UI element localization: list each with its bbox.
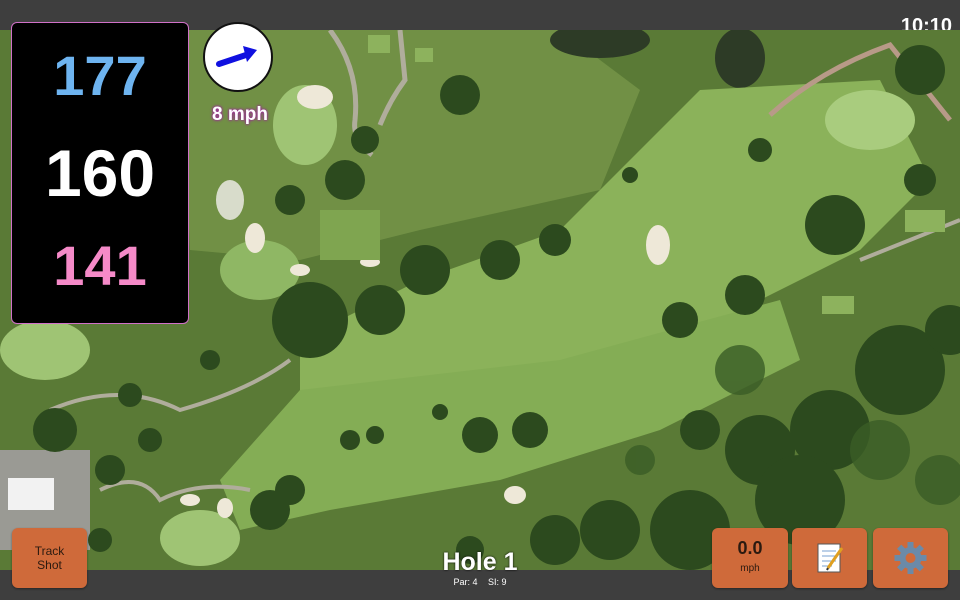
wind-indicator (203, 22, 273, 92)
track-shot-label-line2: Shot (37, 558, 62, 572)
hole-title: Hole 1 (442, 548, 518, 576)
middle-distance: 160 (44, 136, 156, 210)
gear-icon (894, 542, 927, 574)
track-shot-label-line1: Track (34, 544, 65, 558)
notes-button[interactable] (792, 528, 867, 588)
notepad-icon (817, 543, 844, 573)
hole-par: Par: 4 (453, 577, 478, 587)
speed-value: 0.0 (737, 538, 763, 558)
hole-info: Par: 4 SI: 9 (380, 577, 580, 587)
speed-unit: mph (740, 563, 760, 574)
yardage-panel: 177 160 141 (11, 22, 189, 324)
back-distance: 177 (53, 44, 147, 107)
wind-direction-arrow-icon (216, 46, 257, 67)
hole-stroke-index: SI: 9 (488, 577, 507, 587)
speed-button[interactable]: 0.0 mph (712, 528, 788, 588)
wind-speed-label: 8 mph (212, 104, 268, 125)
front-distance: 141 (53, 234, 147, 297)
settings-button[interactable] (873, 528, 948, 588)
track-shot-button[interactable]: Track Shot (12, 528, 87, 588)
